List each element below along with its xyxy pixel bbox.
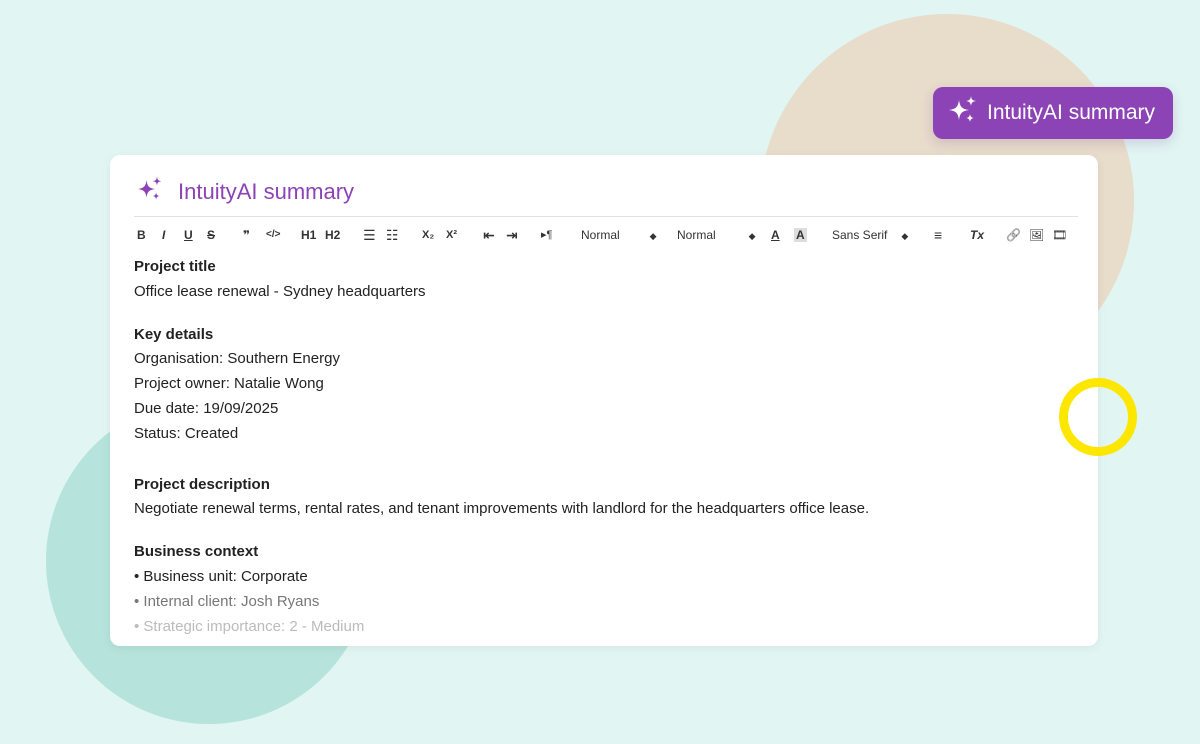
header-select-value: Normal <box>677 228 716 242</box>
align-icon[interactable]: ≡ <box>934 226 942 244</box>
ai-summary-button-label: IntuityAI summary <box>987 101 1156 124</box>
sparkle-icon <box>136 175 164 208</box>
card-header: IntuityAI summary <box>136 175 354 208</box>
card-title: IntuityAI summary <box>178 178 355 204</box>
heading2-button[interactable]: H2 <box>325 226 340 244</box>
size-select-value: Normal <box>581 228 620 242</box>
highlight-ring <box>1059 378 1137 456</box>
list-item: • Internal client: Josh Ryans <box>134 592 320 610</box>
list-item: • Business unit: Corporate <box>134 567 308 585</box>
section-heading: Business context <box>134 543 259 561</box>
video-icon[interactable]: 🎞 <box>1052 226 1067 244</box>
image-icon[interactable]: 🖼 <box>1029 226 1044 244</box>
select-arrows-icon: ◆ <box>649 231 657 241</box>
bold-button[interactable]: B <box>137 226 146 244</box>
ordered-list-icon[interactable]: ☰ <box>363 226 376 244</box>
select-arrows-icon: ◆ <box>748 231 756 241</box>
indent-icon[interactable]: ⇥ <box>506 226 518 244</box>
header-select[interactable]: Normal ◆ <box>677 226 756 244</box>
description-text: Negotiate renewal terms, rental rates, a… <box>134 500 870 518</box>
font-select[interactable]: Sans Serif ◆ <box>832 226 908 244</box>
select-arrows-icon: ◆ <box>901 231 909 241</box>
text-direction-icon[interactable]: ▸¶ <box>541 226 552 244</box>
font-color-icon[interactable]: A <box>771 226 780 244</box>
due-date-text: Due date: 19/09/2025 <box>134 399 279 417</box>
summary-editor-card: IntuityAI summary B I U S ❞ </> H1 H2 ☰ … <box>110 155 1098 646</box>
clear-format-icon[interactable]: Tx <box>970 226 984 244</box>
ai-summary-button[interactable]: IntuityAI summary <box>933 87 1173 139</box>
bullet-list-icon[interactable]: ☷ <box>386 226 399 244</box>
section-heading: Key details <box>134 325 214 343</box>
editor-toolbar: B I U S ❞ </> H1 H2 ☰ ☷ X₂ X² ⇤ ⇥ ▸¶ Nor… <box>134 216 1078 252</box>
subscript-button[interactable]: X₂ <box>422 226 434 244</box>
organisation-text: Organisation: Southern Energy <box>134 350 340 368</box>
code-icon[interactable]: </> <box>266 226 280 244</box>
superscript-button[interactable]: X² <box>446 226 457 244</box>
size-select[interactable]: Normal ◆ <box>581 226 657 244</box>
link-icon[interactable]: 🔗 <box>1006 226 1021 244</box>
font-select-value: Sans Serif <box>832 228 888 242</box>
strike-button[interactable]: S <box>207 226 215 244</box>
outdent-icon[interactable]: ⇤ <box>483 226 495 244</box>
editor-content[interactable]: Project title Office lease renewal - Syd… <box>134 255 1074 639</box>
italic-button[interactable]: I <box>162 226 165 244</box>
section-heading: Project description <box>134 475 270 493</box>
project-title-text: Office lease renewal - Sydney headquarte… <box>134 282 426 300</box>
underline-button[interactable]: U <box>184 226 193 244</box>
owner-text: Project owner: Natalie Wong <box>134 375 324 393</box>
sparkle-icon <box>947 94 979 132</box>
background-color-icon[interactable]: A <box>794 228 807 242</box>
section-heading: Project title <box>134 258 216 275</box>
heading1-button[interactable]: H1 <box>301 226 316 244</box>
list-item: • Strategic importance: 2 - Medium <box>134 617 365 635</box>
status-text: Status: Created <box>134 424 239 442</box>
quote-icon[interactable]: ❞ <box>243 226 250 244</box>
